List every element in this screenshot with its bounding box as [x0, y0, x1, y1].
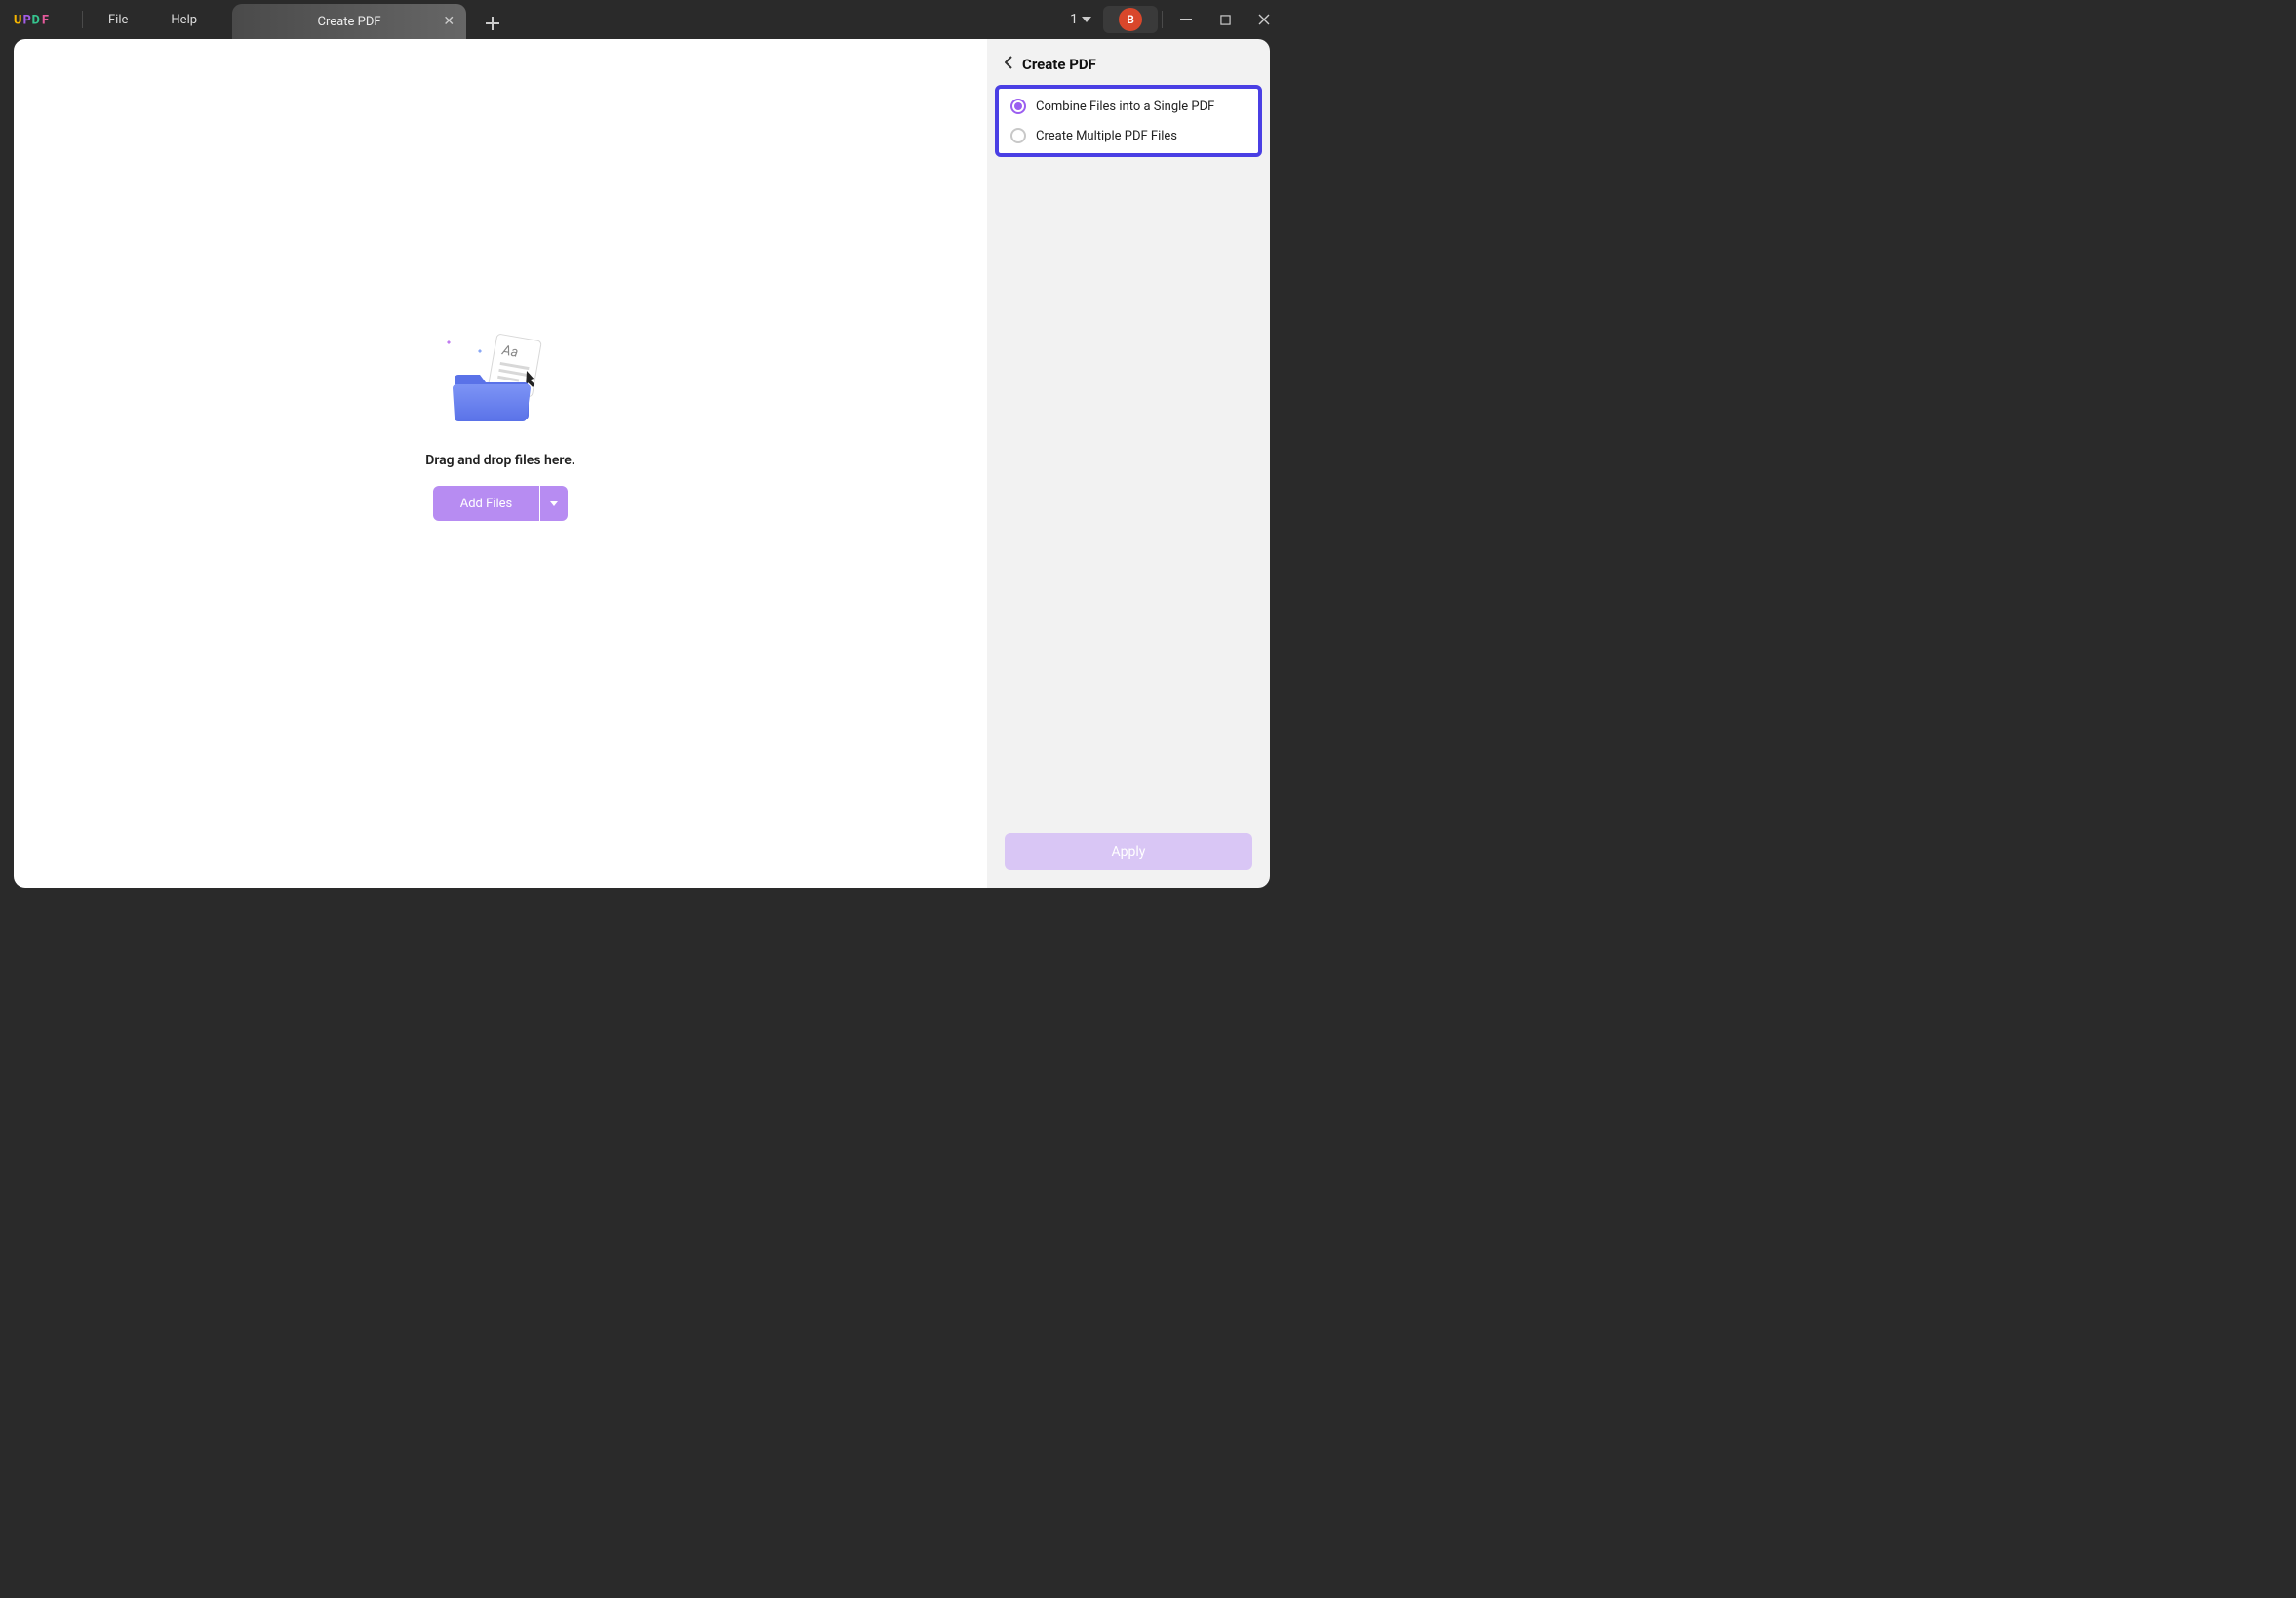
apply-button[interactable]: Apply [1005, 833, 1252, 870]
minimize-icon [1180, 14, 1192, 25]
add-files-button[interactable]: Add Files [433, 486, 568, 521]
side-panel-title: Create PDF [1022, 56, 1096, 73]
minimize-button[interactable] [1167, 0, 1206, 39]
maximize-icon [1220, 15, 1231, 25]
avatar-button[interactable]: B [1103, 6, 1158, 33]
separator [82, 11, 83, 28]
body: Aa [0, 39, 1284, 894]
tab-strip: Create PDF ✕ [232, 0, 507, 39]
dropzone[interactable]: Aa [425, 328, 575, 521]
svg-text:P: P [23, 13, 31, 27]
svg-text:D: D [32, 13, 40, 27]
open-docs-number: 1 [1070, 12, 1078, 27]
app-window: U P D F File Help Create PDF ✕ 1 B [0, 0, 1284, 894]
spacer [987, 157, 1270, 821]
radio-label: Combine Files into a Single PDF [1036, 100, 1214, 114]
close-tab-icon[interactable]: ✕ [443, 15, 455, 28]
maximize-button[interactable] [1206, 0, 1245, 39]
add-files-dropdown[interactable] [540, 486, 568, 521]
side-header: Create PDF [987, 39, 1270, 85]
close-window-button[interactable] [1245, 0, 1284, 39]
chevron-down-icon [1082, 17, 1091, 22]
svg-text:F: F [42, 13, 49, 27]
menu-help[interactable]: Help [149, 13, 218, 27]
back-button[interactable] [1005, 55, 1012, 73]
titlebar: U P D F File Help Create PDF ✕ 1 B [0, 0, 1284, 39]
tab-title: Create PDF [318, 15, 381, 29]
create-mode-options: Combine Files into a Single PDF Create M… [995, 85, 1262, 157]
dropzone-text: Drag and drop files here. [425, 453, 575, 468]
separator [1162, 11, 1163, 28]
new-tab-button[interactable] [478, 11, 507, 39]
radio-combine-single[interactable]: Combine Files into a Single PDF [1010, 99, 1247, 114]
menu-file[interactable]: File [87, 13, 149, 27]
svg-text:U: U [14, 13, 21, 27]
tab-create-pdf[interactable]: Create PDF ✕ [232, 4, 466, 39]
chevron-left-icon [1005, 56, 1012, 69]
open-docs-count[interactable]: 1 [1058, 12, 1103, 27]
radio-icon [1010, 128, 1026, 143]
svg-text:Aa: Aa [500, 342, 520, 361]
folder-documents-illustration: Aa [437, 328, 564, 435]
side-panel: Create PDF Combine Files into a Single P… [987, 39, 1270, 888]
radio-create-multiple[interactable]: Create Multiple PDF Files [1010, 128, 1247, 143]
close-icon [1258, 14, 1270, 25]
titlebar-right: 1 B [1058, 0, 1284, 39]
caret-down-icon [550, 501, 558, 506]
app-logo: U P D F [0, 11, 78, 28]
avatar: B [1119, 8, 1142, 31]
radio-label: Create Multiple PDF Files [1036, 129, 1177, 143]
main-panel: Aa [14, 39, 987, 888]
add-files-label: Add Files [433, 486, 539, 521]
radio-icon [1010, 99, 1026, 114]
